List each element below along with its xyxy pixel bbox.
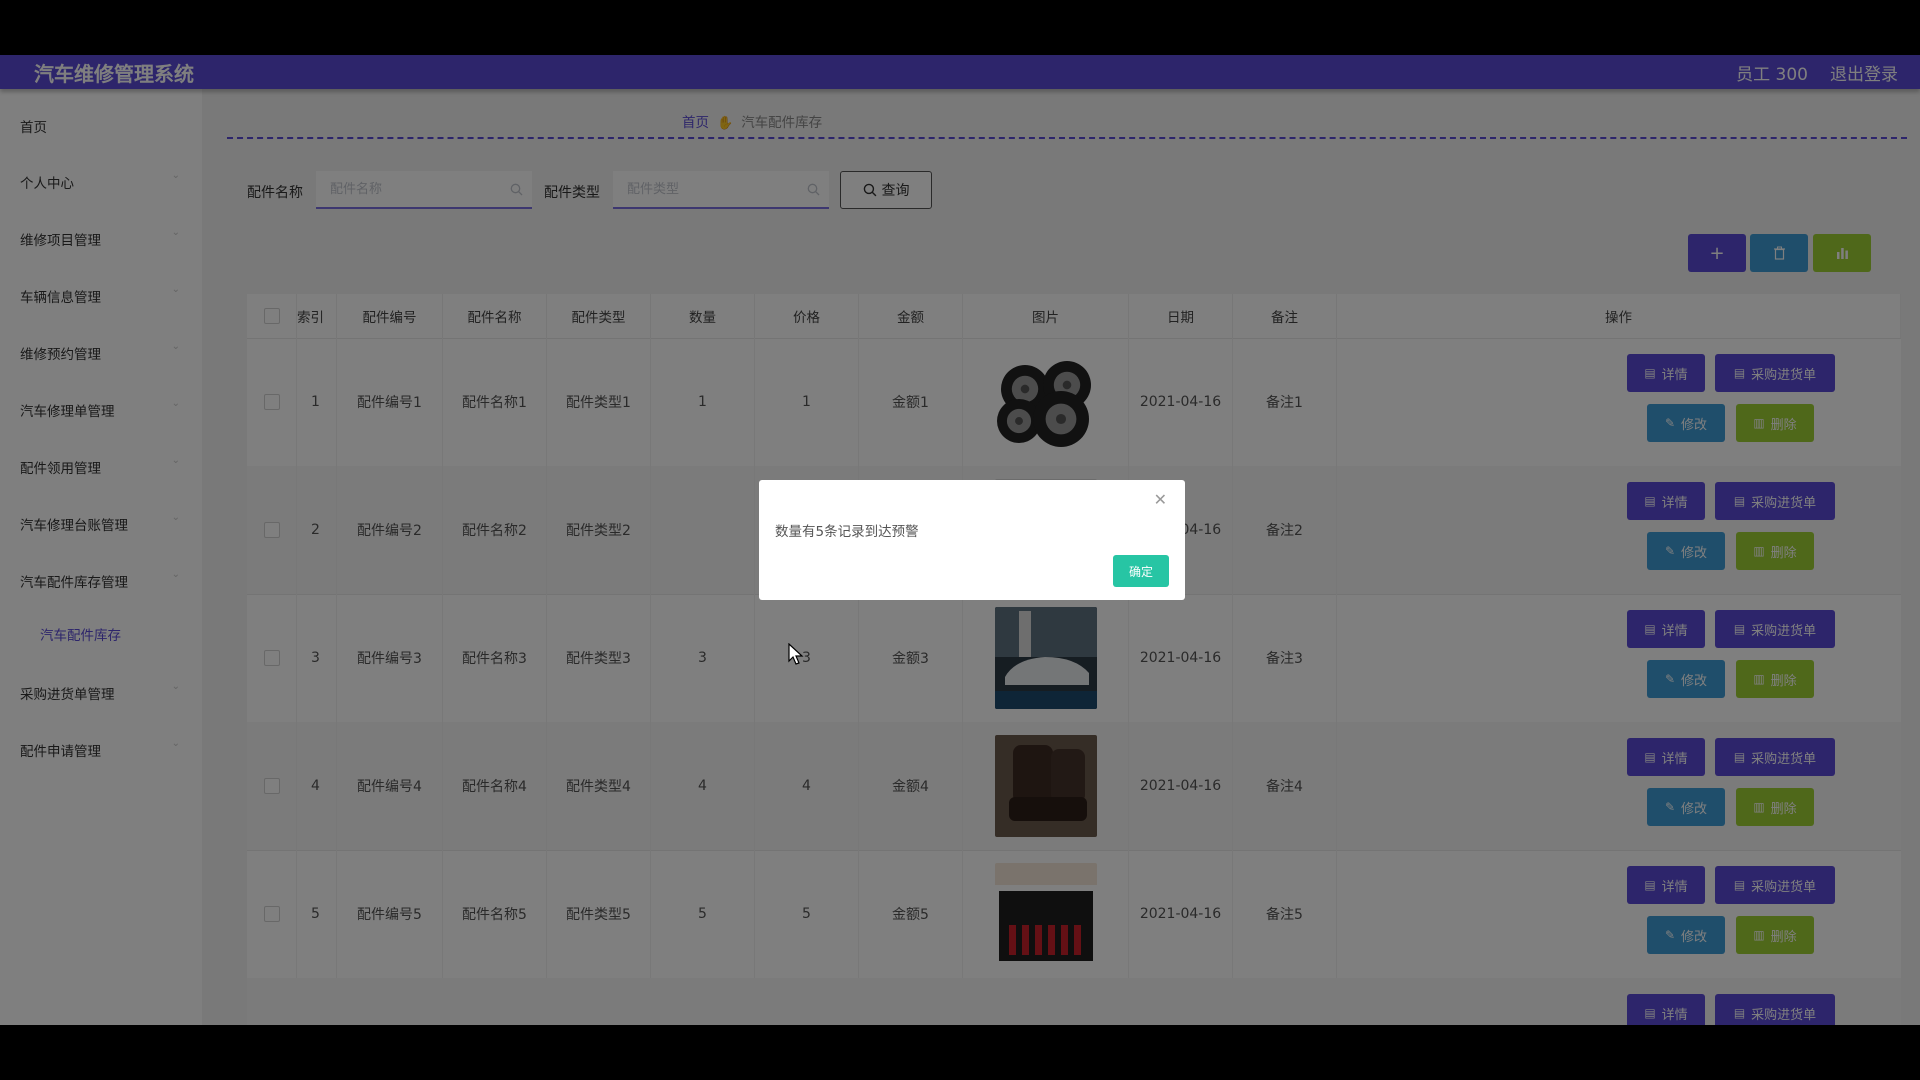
close-icon[interactable]: ✕ xyxy=(1154,492,1167,508)
confirm-button[interactable]: 确定 xyxy=(1113,555,1169,587)
alert-dialog: ✕ 数量有5条记录到达预警 确定 xyxy=(759,480,1185,600)
mouse-cursor-icon xyxy=(788,643,804,665)
alert-message: 数量有5条记录到达预警 xyxy=(775,524,919,540)
